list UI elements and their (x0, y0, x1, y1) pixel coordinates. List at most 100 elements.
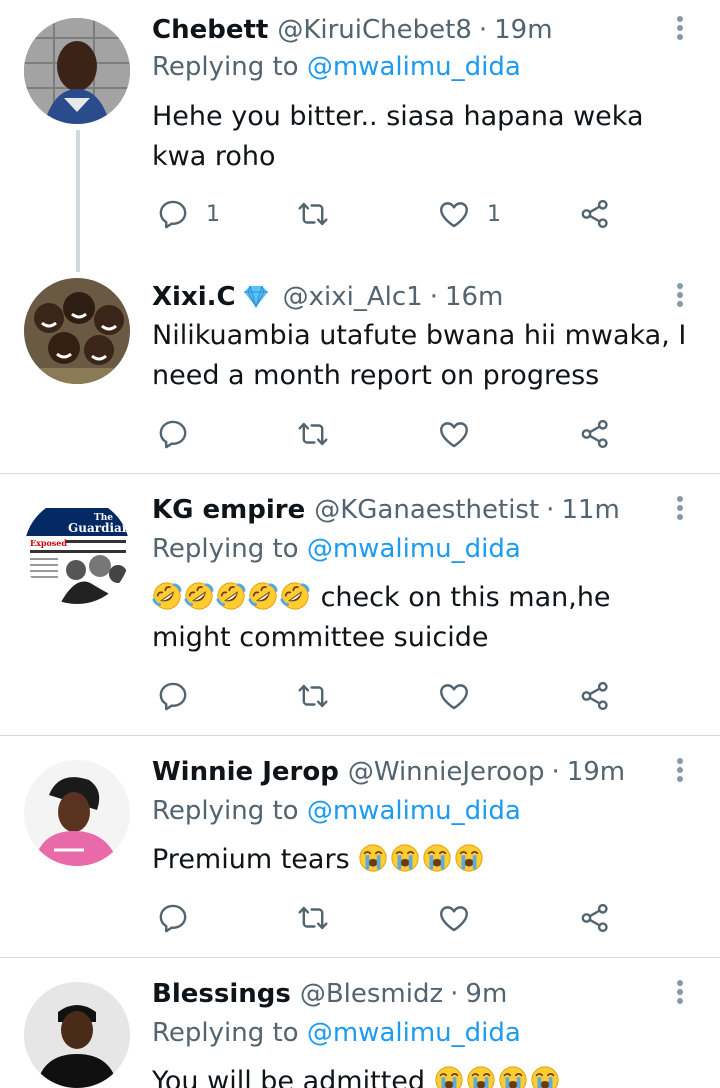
share-icon (578, 679, 612, 713)
display-name[interactable]: Xixi.C (152, 282, 236, 312)
like-icon (437, 417, 471, 451)
timestamp[interactable]: 19m (494, 15, 552, 45)
reply-icon (156, 901, 190, 935)
tweet-text-line: kwa roho (152, 141, 276, 172)
separator-dot: · (478, 15, 488, 45)
sob-emoji (454, 843, 484, 873)
like-button[interactable] (437, 898, 471, 938)
tweet-text: You will be admitted (152, 1062, 692, 1088)
avatar-photo (24, 18, 130, 124)
tweet-text-fragment: Premium tears (152, 844, 359, 875)
tweet-text-fragment: check on this man,he (312, 582, 611, 613)
like-button[interactable] (437, 676, 471, 716)
tweet-text: Hehe you bitter.. siasa hapana weka kwa … (152, 97, 692, 177)
display-name[interactable]: Chebett (152, 15, 268, 45)
more-icon[interactable] (666, 8, 694, 48)
rofl-emoji (248, 581, 278, 611)
separator-dot: · (551, 757, 560, 787)
share-icon (578, 417, 612, 451)
tweet-card[interactable]: Blessings @Blesmidz · 9m Replying to @mw… (0, 958, 720, 1088)
display-name[interactable]: KG empire (152, 495, 305, 525)
tweet-card[interactable]: Winnie Jerop @WinnieJeroop · 19m Replyin… (0, 736, 720, 957)
tweet-card[interactable]: The Guardian Exposed KG empire @KGanaest… (0, 474, 720, 735)
timestamp[interactable]: 11m (561, 495, 619, 525)
reply-count: 1 (206, 201, 220, 227)
timestamp[interactable]: 16m (445, 282, 503, 312)
retweet-button[interactable] (296, 414, 330, 454)
avatar[interactable] (24, 18, 130, 124)
mention-link[interactable]: @mwalimu_dida (307, 796, 521, 826)
share-button[interactable] (578, 898, 612, 938)
user-handle[interactable]: @KiruiChebet8 (277, 15, 472, 45)
retweet-icon (296, 197, 330, 231)
tweet-header: Xixi.C @xixi_Alc1 · 16m (152, 275, 503, 319)
avatar[interactable]: The Guardian Exposed (24, 498, 130, 604)
user-handle[interactable]: @WinnieJeroop (348, 757, 545, 787)
user-handle[interactable]: @xixi_Alc1 (283, 282, 423, 312)
replying-to: Replying to @mwalimu_dida (152, 1018, 521, 1048)
like-button[interactable] (437, 414, 471, 454)
reply-button[interactable]: 1 (156, 194, 220, 234)
avatar[interactable] (24, 982, 130, 1088)
timestamp[interactable]: 19m (567, 757, 625, 787)
like-button[interactable]: 1 (437, 194, 501, 234)
retweet-button[interactable] (296, 898, 330, 938)
tweet-text-line: You will be admitted (152, 1062, 692, 1088)
mention-link[interactable]: @mwalimu_dida (307, 534, 521, 564)
mention-link[interactable]: @mwalimu_dida (307, 52, 521, 82)
user-handle[interactable]: @KGanaesthetist (314, 495, 539, 525)
tweet-card[interactable]: Xixi.C @xixi_Alc1 · 16m Nilikuambia utaf… (0, 272, 720, 473)
reply-button[interactable] (156, 898, 190, 938)
display-name[interactable]: Winnie Jerop (152, 757, 339, 787)
avatar-photo (24, 278, 130, 384)
separator-dot: · (450, 979, 459, 1009)
rofl-emoji (216, 581, 246, 611)
user-handle[interactable]: @Blesmidz (300, 979, 443, 1009)
separator-dot: · (546, 495, 555, 525)
avatar[interactable] (24, 760, 130, 866)
more-icon[interactable] (666, 972, 694, 1012)
replying-to-label: Replying to (152, 1018, 307, 1048)
timestamp[interactable]: 9m (465, 979, 507, 1009)
gem-icon (243, 285, 268, 309)
reply-button[interactable] (156, 414, 190, 454)
more-icon[interactable] (666, 275, 694, 315)
sob-emoji (466, 1065, 496, 1088)
guardian-headline: Exposed (30, 538, 67, 548)
tweet-header: KG empire @KGanaesthetist · 11m (152, 488, 620, 532)
avatar[interactable] (24, 278, 130, 384)
tweet-text-line: need a month report on progress (152, 360, 600, 391)
replying-to: Replying to @mwalimu_dida (152, 796, 521, 826)
tweet-actions (152, 414, 622, 454)
replying-to-label: Replying to (152, 796, 307, 826)
tweet-text-fragment: You will be admitted (152, 1066, 434, 1088)
tweet-actions (152, 676, 622, 716)
replying-to: Replying to @mwalimu_dida (152, 534, 521, 564)
tweet-actions (152, 898, 622, 938)
separator-dot: · (429, 282, 438, 312)
avatar-photo (24, 982, 130, 1088)
tweet-text-line: Hehe you bitter.. siasa hapana weka (152, 101, 644, 132)
tweet-text: check on this man,he might committee sui… (152, 578, 692, 658)
tweet-card[interactable]: Chebett @KiruiChebet8 · 19m Replying to … (0, 0, 720, 272)
replying-to-label: Replying to (152, 534, 307, 564)
share-button[interactable] (578, 676, 612, 716)
retweet-icon (296, 901, 330, 935)
reply-button[interactable] (156, 676, 190, 716)
sob-emoji (530, 1065, 560, 1088)
more-icon[interactable] (666, 750, 694, 790)
retweet-button[interactable] (296, 194, 330, 234)
tweet-header: Chebett @KiruiChebet8 · 19m (152, 8, 553, 52)
more-icon[interactable] (666, 488, 694, 528)
retweet-icon (296, 417, 330, 451)
mention-link[interactable]: @mwalimu_dida (307, 1018, 521, 1048)
retweet-button[interactable] (296, 676, 330, 716)
share-button[interactable] (578, 414, 612, 454)
avatar-photo (24, 760, 130, 866)
replying-to-label: Replying to (152, 52, 307, 82)
share-button[interactable] (578, 194, 612, 234)
display-name[interactable]: Blessings (152, 979, 291, 1009)
sob-emoji (498, 1065, 528, 1088)
like-icon (437, 679, 471, 713)
tweet-text-line: Nilikuambia utafute bwana hii mwaka, I (152, 320, 687, 351)
